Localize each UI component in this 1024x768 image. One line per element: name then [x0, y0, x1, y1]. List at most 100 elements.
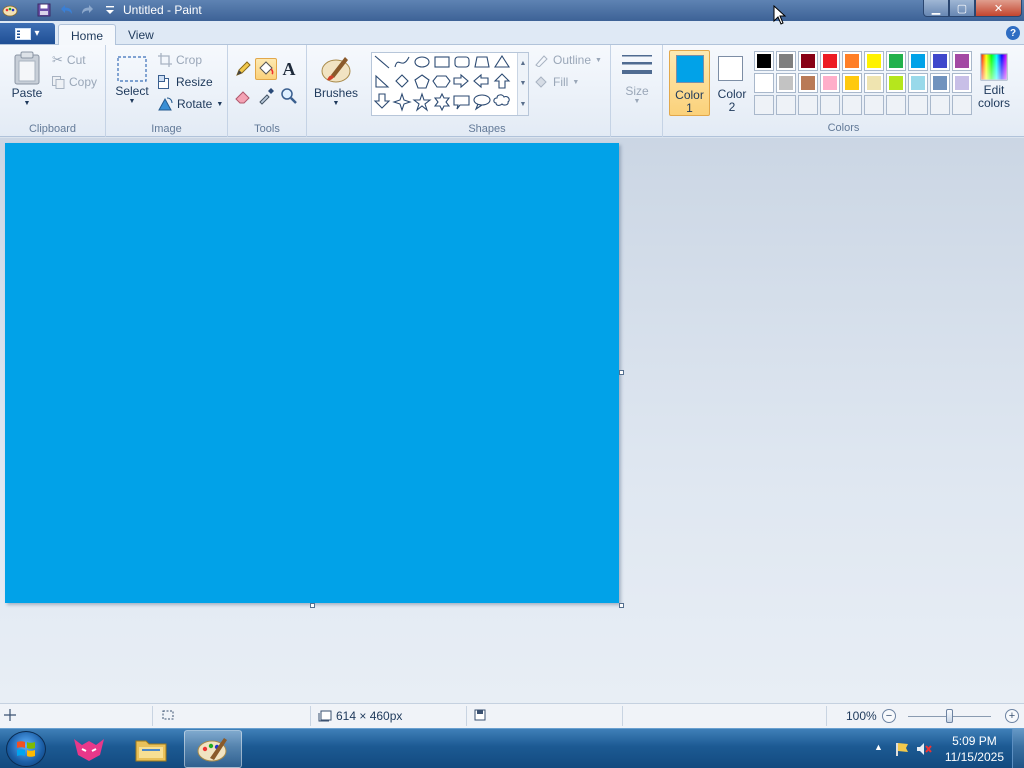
resize-button[interactable]: Resize — [158, 72, 213, 92]
speaker-muted-icon[interactable] — [916, 741, 932, 757]
oval-shape-icon[interactable] — [414, 56, 430, 68]
palette-custom-slot[interactable] — [798, 95, 818, 115]
fill-tool[interactable] — [255, 58, 277, 80]
magnifier-tool[interactable] — [278, 85, 300, 107]
right-arrow-shape-icon[interactable] — [453, 73, 469, 89]
show-hidden-icons-icon[interactable]: ▲ — [874, 742, 883, 752]
cut-button[interactable]: ✂ Cut — [52, 50, 86, 70]
palette-swatch[interactable] — [952, 51, 972, 71]
taskbar-app-fox[interactable] — [60, 730, 118, 768]
drawing-canvas[interactable] — [5, 143, 619, 603]
palette-swatch[interactable] — [776, 51, 796, 71]
save-icon[interactable] — [36, 2, 52, 18]
palette-swatch[interactable] — [842, 73, 862, 93]
zoom-slider-thumb[interactable] — [945, 709, 953, 723]
palette-swatch[interactable] — [952, 73, 972, 93]
cloud-callout-shape-icon[interactable] — [493, 94, 510, 106]
six-point-star-shape-icon[interactable] — [433, 92, 451, 112]
shape-fill-button[interactable]: Fill ▼ — [534, 72, 579, 92]
brushes-button[interactable]: Brushes ▼ — [314, 51, 358, 107]
eraser-tool[interactable] — [232, 85, 254, 107]
outline-button[interactable]: Outline ▼ — [534, 50, 602, 70]
hexagon-shape-icon[interactable] — [432, 75, 451, 88]
start-button[interactable] — [6, 731, 46, 767]
rotate-button[interactable]: Rotate ▼ — [158, 94, 223, 114]
palette-swatch[interactable] — [886, 51, 906, 71]
right-triangle-shape-icon[interactable] — [375, 74, 390, 88]
palette-custom-slot[interactable] — [776, 95, 796, 115]
copy-button[interactable]: Copy — [52, 72, 97, 92]
scroll-down-icon[interactable]: ▼ — [520, 80, 527, 87]
left-arrow-shape-icon[interactable] — [473, 73, 489, 89]
palette-swatch[interactable] — [798, 51, 818, 71]
taskbar-clock[interactable]: 5:09 PM 11/15/2025 — [945, 733, 1004, 765]
redo-icon[interactable] — [80, 2, 96, 18]
palette-swatch[interactable] — [908, 73, 928, 93]
palette-custom-slot[interactable] — [908, 95, 928, 115]
palette-swatch[interactable] — [820, 51, 840, 71]
oval-callout-shape-icon[interactable] — [473, 94, 491, 111]
crop-button[interactable]: Crop — [158, 50, 202, 70]
palette-swatch[interactable] — [930, 73, 950, 93]
palette-custom-slot[interactable] — [842, 95, 862, 115]
polygon-shape-icon[interactable] — [474, 56, 490, 68]
four-point-star-shape-icon[interactable] — [392, 92, 412, 112]
tab-home[interactable]: Home — [58, 24, 117, 46]
customize-qat-icon[interactable] — [102, 2, 118, 18]
color1-button[interactable]: Color 1 — [669, 50, 710, 116]
paste-button[interactable]: Paste ▼ — [9, 51, 45, 107]
rounded-rectangle-shape-icon[interactable] — [454, 56, 470, 68]
diamond-shape-icon[interactable] — [395, 74, 409, 88]
pentagon-shape-icon[interactable] — [414, 74, 430, 89]
line-shape-icon[interactable] — [374, 55, 390, 69]
text-tool[interactable]: A — [278, 58, 300, 80]
palette-custom-slot[interactable] — [930, 95, 950, 115]
expand-gallery-icon[interactable]: ▼ — [520, 101, 527, 108]
maximize-button[interactable]: ▢ — [949, 0, 975, 17]
close-button[interactable]: ✕ — [975, 0, 1022, 17]
rectangle-shape-icon[interactable] — [434, 56, 450, 68]
palette-swatch[interactable] — [864, 51, 884, 71]
select-button[interactable]: Select ▼ — [115, 55, 149, 105]
palette-swatch[interactable] — [908, 51, 928, 71]
zoom-in-button[interactable]: + — [1005, 709, 1019, 723]
palette-swatch[interactable] — [776, 73, 796, 93]
rectangle-callout-shape-icon[interactable] — [453, 95, 470, 110]
help-icon[interactable]: ? — [1006, 26, 1020, 40]
show-desktop-button[interactable] — [1012, 729, 1024, 768]
palette-custom-slot[interactable] — [864, 95, 884, 115]
canvas-resize-handle-right[interactable] — [619, 370, 624, 375]
paint-menu-button[interactable]: ▾ — [0, 23, 55, 44]
five-point-star-shape-icon[interactable] — [412, 92, 432, 112]
palette-swatch[interactable] — [820, 73, 840, 93]
taskbar-paint[interactable] — [184, 730, 242, 768]
canvas-workspace[interactable] — [0, 138, 1024, 703]
edit-colors-button[interactable]: Edit colors — [975, 52, 1013, 110]
palette-custom-slot[interactable] — [820, 95, 840, 115]
color-picker-tool[interactable] — [255, 85, 277, 107]
triangle-shape-icon[interactable] — [493, 54, 511, 68]
zoom-out-button[interactable]: − — [882, 709, 896, 723]
down-arrow-shape-icon[interactable] — [373, 93, 391, 109]
color2-button[interactable]: Color 2 — [713, 50, 751, 116]
palette-swatch[interactable] — [842, 51, 862, 71]
palette-swatch[interactable] — [754, 73, 774, 93]
shapes-scrollbar[interactable]: ▲ ▼ ▼ — [517, 53, 528, 115]
pencil-tool[interactable] — [232, 58, 254, 80]
minimize-button[interactable]: ▁ — [923, 0, 949, 17]
palette-swatch[interactable] — [886, 73, 906, 93]
palette-swatch[interactable] — [864, 73, 884, 93]
palette-custom-slot[interactable] — [754, 95, 774, 115]
canvas-resize-handle-corner[interactable] — [619, 603, 624, 608]
palette-custom-slot[interactable] — [886, 95, 906, 115]
paint-app-icon[interactable] — [2, 2, 18, 18]
up-arrow-shape-icon[interactable] — [493, 73, 511, 89]
palette-swatch[interactable] — [930, 51, 950, 71]
palette-swatch[interactable] — [798, 73, 818, 93]
canvas-resize-handle-bottom[interactable] — [310, 603, 315, 608]
curve-shape-icon[interactable] — [394, 56, 410, 68]
taskbar-file-explorer[interactable] — [122, 730, 180, 768]
scroll-up-icon[interactable]: ▲ — [520, 60, 527, 67]
palette-swatch[interactable] — [754, 51, 774, 71]
palette-custom-slot[interactable] — [952, 95, 972, 115]
